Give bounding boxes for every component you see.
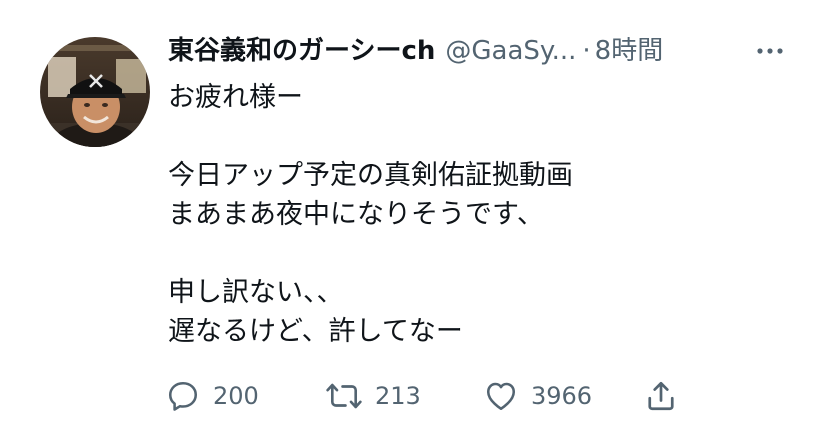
tweet-header: 東谷義和のガーシーch @GaaSy... · 8時間 — [168, 30, 768, 72]
reply-count: 200 — [213, 382, 259, 410]
more-horizontal-icon — [757, 48, 783, 54]
tweet-text-line: 申し訳ない、、 — [168, 277, 344, 308]
tweet-card[interactable]: 東谷義和のガーシーch @GaaSy... · 8時間 お疲れ様ー 今日アップ予… — [0, 0, 827, 441]
display-name[interactable]: 東谷義和のガーシーch — [168, 30, 435, 72]
share-button[interactable] — [643, 374, 679, 418]
tweet-actions: 200 213 3966 — [165, 374, 805, 418]
tweet-text-line: まあまあ夜中になりそうです、 — [168, 199, 544, 230]
heart-icon — [486, 382, 516, 411]
retweet-button[interactable]: 213 — [325, 374, 421, 418]
separator-dot: · — [582, 36, 591, 66]
more-options-button[interactable] — [752, 36, 788, 66]
tweet-text-line: 遅なるけど、許してなー — [168, 316, 463, 347]
tweet-text-line — [168, 117, 788, 156]
share-upload-icon — [648, 381, 674, 411]
tweet-text-line: お疲れ様ー — [168, 82, 303, 113]
reply-bubble-icon — [168, 381, 198, 411]
avatar-photo — [40, 37, 150, 147]
user-handle[interactable]: @GaaSy... — [445, 30, 576, 72]
tweet-text: お疲れ様ー 今日アップ予定の真剣佑証拠動画 まあまあ夜中になりそうです、 申し訳… — [168, 78, 788, 351]
tweet-text-line: 今日アップ予定の真剣佑証拠動画 — [168, 160, 573, 191]
reply-button[interactable]: 200 — [165, 374, 259, 418]
tweet-text-line — [168, 234, 788, 273]
like-count: 3966 — [531, 382, 593, 410]
avatar[interactable] — [40, 37, 150, 147]
retweet-count: 213 — [375, 382, 421, 410]
like-button[interactable]: 3966 — [483, 374, 592, 418]
timestamp[interactable]: 8時間 — [595, 30, 664, 72]
retweet-arrows-icon — [326, 383, 362, 409]
